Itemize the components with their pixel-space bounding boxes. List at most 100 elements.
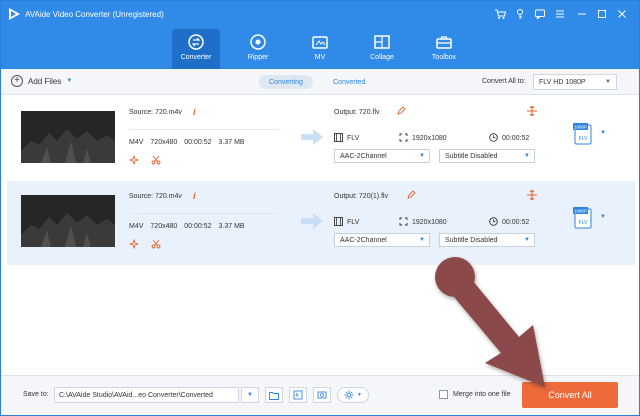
cart-icon[interactable] — [493, 7, 507, 21]
source-size: 3.37 MB — [218, 139, 245, 146]
minimize-icon[interactable] — [575, 7, 589, 21]
output-resolution: 1920x1080 — [412, 135, 447, 142]
app-window: AVAide Video Converter (Unregistered) Co… — [0, 0, 640, 416]
resize-icon — [399, 133, 408, 144]
output-duration-info: 00:00:52 — [489, 133, 529, 144]
enhance-icon[interactable] — [129, 155, 139, 165]
source-meta: M4V 720x480 00:00:52 3.37 MB — [129, 223, 245, 230]
gpu-icon[interactable] — [313, 387, 331, 403]
chevron-down-icon: ▼ — [524, 153, 530, 159]
tab-mv[interactable]: MV — [296, 29, 344, 69]
output-resolution: 1920x1080 — [412, 219, 447, 226]
video-thumbnail[interactable] — [21, 111, 115, 163]
source-filename: Source: 720.m4v — [129, 193, 182, 200]
subtitle-select[interactable]: Subtitle Disabled ▼ — [439, 149, 535, 163]
plus-icon: + — [11, 75, 23, 87]
collage-icon — [374, 35, 390, 49]
maximize-icon[interactable] — [595, 7, 609, 21]
badge-resolution: 1080P — [574, 125, 587, 130]
row-actions — [129, 239, 161, 249]
output-format-badge-icon[interactable]: 1080P FLV — [573, 207, 593, 229]
folder-icon[interactable] — [265, 387, 283, 403]
save-path-field[interactable]: C:\AVAide Studio\AVAid...eo Converter\Co… — [54, 387, 239, 403]
chevron-down-icon[interactable]: ▼ — [600, 130, 606, 136]
toolbar: + Add Files ▼ Converting Converted Conve… — [1, 69, 639, 95]
enhance-icon[interactable] — [129, 239, 139, 249]
main-nav: Converter Ripper MV Collage Toolbox — [1, 29, 639, 69]
tab-collage-label: Collage — [370, 54, 394, 61]
ripper-icon — [250, 34, 266, 50]
clock-icon — [489, 217, 498, 228]
hardware-acceleration-icon[interactable] — [289, 387, 307, 403]
audio-track-select[interactable]: AAC-2Channel ▼ — [334, 233, 430, 247]
file-row: Source: 720.m4v i M4V 720x480 00:00:52 3… — [7, 181, 635, 265]
output-filename: Output: 720(1).flv — [334, 193, 389, 200]
chevron-down-icon: ▼ — [419, 153, 425, 159]
source-resolution: 720x480 — [150, 223, 178, 230]
tab-mv-label: MV — [314, 54, 326, 61]
audio-track-value: AAC-2Channel — [340, 152, 387, 160]
converter-icon — [188, 34, 204, 50]
tab-converting[interactable]: Converting — [259, 75, 313, 89]
merge-option[interactable]: Merge into one file — [439, 390, 511, 399]
source-resolution: 720x480 — [150, 139, 178, 146]
badge-format: FLV — [579, 220, 588, 226]
row-actions — [129, 155, 161, 165]
menu-icon[interactable] — [553, 7, 567, 21]
convert-arrow-icon — [301, 213, 323, 229]
toolbox-icon — [436, 36, 452, 49]
merge-checkbox[interactable] — [439, 390, 448, 399]
move-icon[interactable] — [527, 106, 537, 116]
edit-icon[interactable] — [396, 106, 406, 116]
feedback-icon[interactable] — [533, 7, 547, 21]
output-format: FLV — [347, 219, 360, 226]
output-format-info: FLV — [334, 217, 359, 228]
tab-ripper[interactable]: Ripper — [234, 29, 282, 69]
video-thumbnail[interactable] — [21, 195, 115, 247]
move-icon[interactable] — [527, 190, 537, 200]
cut-icon[interactable] — [151, 239, 161, 249]
tab-converted[interactable]: Converted — [323, 75, 375, 89]
chevron-down-icon[interactable]: ▼ — [600, 214, 606, 220]
audio-track-value: AAC-2Channel — [340, 236, 387, 244]
film-icon — [334, 217, 343, 228]
output-format-badge-icon[interactable]: 1080P FLV — [573, 123, 593, 145]
output-filename: Output: 720.flv — [334, 109, 380, 116]
info-icon[interactable]: i — [193, 107, 196, 117]
divider — [129, 129, 279, 130]
key-icon[interactable] — [513, 7, 527, 21]
tab-collage[interactable]: Collage — [358, 29, 406, 69]
save-to-label: Save to: — [23, 391, 49, 398]
info-icon[interactable]: i — [193, 191, 196, 201]
convert-all-to-label: Convert All to: — [482, 78, 526, 85]
convert-all-format-value: FLV HD 1080P — [539, 78, 586, 86]
edit-icon[interactable] — [406, 190, 416, 200]
source-meta: M4V 720x480 00:00:52 3.37 MB — [129, 139, 245, 146]
close-icon[interactable] — [615, 7, 629, 21]
convert-all-format-select[interactable]: FLV HD 1080P ▼ — [533, 74, 617, 90]
cut-icon[interactable] — [151, 155, 161, 165]
convert-arrow-icon — [301, 129, 323, 145]
audio-track-select[interactable]: AAC-2Channel ▼ — [334, 149, 430, 163]
output-duration-info: 00:00:52 — [489, 217, 529, 228]
chevron-down-icon[interactable]: ▼ — [241, 387, 259, 403]
clock-icon — [489, 133, 498, 144]
thumbnail-image — [21, 195, 115, 247]
subtitle-value: Subtitle Disabled — [445, 236, 498, 244]
settings-button[interactable]: ▼ — [337, 387, 369, 403]
tab-converter[interactable]: Converter — [172, 29, 220, 69]
add-files-button[interactable]: + Add Files ▼ — [11, 75, 72, 87]
film-icon — [334, 133, 343, 144]
source-format: M4V — [129, 139, 144, 146]
tab-toolbox[interactable]: Toolbox — [420, 29, 468, 69]
convert-all-button[interactable]: Convert All — [522, 382, 618, 408]
output-resolution-info: 1920x1080 — [399, 133, 447, 144]
output-resolution-info: 1920x1080 — [399, 217, 447, 228]
resize-icon — [399, 217, 408, 228]
subtitle-select[interactable]: Subtitle Disabled ▼ — [439, 233, 535, 247]
chevron-down-icon[interactable]: ▼ — [66, 78, 72, 84]
badge-format: FLV — [579, 136, 588, 142]
tab-converter-label: Converter — [180, 54, 212, 61]
chevron-down-icon: ▼ — [357, 392, 362, 398]
subtitle-value: Subtitle Disabled — [445, 152, 498, 160]
